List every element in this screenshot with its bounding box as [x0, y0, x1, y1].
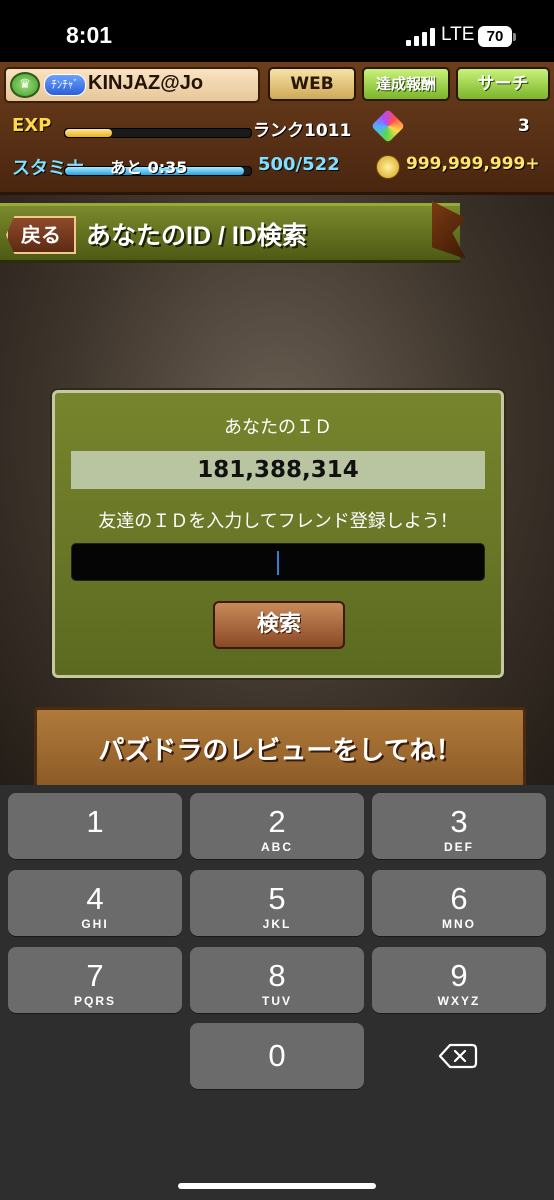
key-4[interactable]: 4 GHI [8, 870, 182, 936]
id-panel: あなたのＩＤ 181,388,314 友達のＩＤを入力してフレンド登録しよう！ … [52, 390, 504, 678]
key-letters: DEF [444, 840, 474, 854]
exp-bar [64, 128, 252, 138]
search-tab-button[interactable]: サーチ [456, 67, 550, 101]
exp-label: EXP [12, 115, 52, 136]
key-digit: 2 [268, 804, 286, 839]
status-time: 8:01 [66, 22, 113, 48]
game-scene: 戻る あなたのID / ID検索 あなたのＩＤ 181,388,314 友達のＩ… [0, 195, 554, 793]
key-2[interactable]: 2 ABC [190, 793, 364, 859]
coin-icon [376, 155, 400, 179]
search-button[interactable]: 検索 [213, 601, 345, 649]
key-digit: 5 [268, 881, 286, 916]
signal-icon [406, 28, 436, 46]
key-letters: WXYZ [437, 994, 481, 1008]
back-button[interactable]: 戻る [6, 216, 76, 254]
key-digit: 0 [268, 1038, 286, 1073]
player-name: KINJAZ@Jo [88, 72, 204, 94]
key-6[interactable]: 6 MNO [372, 870, 546, 936]
your-id-value: 181,388,314 [71, 451, 485, 489]
key-digit: 9 [450, 958, 468, 993]
reward-button[interactable]: 達成報酬 [362, 67, 450, 101]
key-1[interactable]: 1 [8, 793, 182, 859]
stamina-value: 500/522 [258, 154, 340, 175]
friend-id-prompt: 友達のＩＤを入力してフレンド登録しよう！ [98, 511, 458, 532]
key-digit: 8 [268, 958, 286, 993]
key-letters: TUV [262, 994, 292, 1008]
key-digit: 4 [86, 881, 104, 916]
rank-label: ランク1011 [253, 121, 352, 141]
player-tag-badge: ﾁﾝﾁｬﾞ [44, 74, 86, 96]
exp-bar-fill [65, 129, 112, 137]
key-letters: PQRS [73, 994, 116, 1008]
key-digit: 3 [450, 804, 468, 839]
delete-key[interactable] [372, 1023, 546, 1089]
key-letters: ABC [261, 840, 293, 854]
stamina-timer: あと 0:35 [110, 158, 188, 177]
header-top-row: ♛ ﾁﾝﾁｬﾞ KINJAZ@Jo WEB 達成報酬 サーチ [4, 67, 550, 103]
magic-stone-icon [371, 109, 405, 143]
key-9[interactable]: 9 WXYZ [372, 947, 546, 1013]
coin-count: 999,999,999+ [406, 154, 540, 174]
network-label: LTE [441, 24, 475, 45]
status-bar: 8:01 LTE 70 [0, 0, 554, 62]
key-letters: JKL [262, 917, 292, 931]
crown-icon: ♛ [10, 72, 40, 98]
game-header: ♛ ﾁﾝﾁｬﾞ KINJAZ@Jo WEB 達成報酬 サーチ EXP ランク10… [0, 62, 554, 195]
battery-tip [513, 33, 516, 41]
player-plate[interactable]: ♛ ﾁﾝﾁｬﾞ KINJAZ@Jo [4, 67, 260, 103]
key-3[interactable]: 3 DEF [372, 793, 546, 859]
page-title: あなたのID / ID検索 [86, 222, 307, 250]
review-banner[interactable]: パズドラのレビューをしてね！ [34, 707, 526, 793]
backspace-icon [438, 1043, 478, 1069]
web-button[interactable]: WEB [268, 67, 356, 101]
magic-stone-count: 3 [518, 116, 530, 136]
key-digit: 6 [450, 881, 468, 916]
title-bar: 戻る あなたのID / ID検索 [0, 203, 460, 263]
key-letters: MNO [442, 917, 476, 931]
key-8[interactable]: 8 TUV [190, 947, 364, 1013]
key-letters: GHI [81, 917, 109, 931]
your-id-label: あなたのＩＤ [224, 417, 332, 438]
key-digit: 7 [86, 958, 104, 993]
review-banner-text: パズドラのレビューをしてね！ [98, 735, 462, 765]
numeric-keyboard: 1 2 ABC 3 DEF 4 GHI 5 JKL 6 MNO 7 PQRS 8 TUV 9W… [0, 785, 554, 1200]
home-indicator[interactable] [178, 1183, 376, 1189]
key-7[interactable]: 7 PQRS [8, 947, 182, 1013]
key-digit: 1 [86, 804, 104, 839]
key-0[interactable]: 0 [190, 1023, 364, 1089]
text-caret [277, 551, 279, 575]
key-5[interactable]: 5 JKL [190, 870, 364, 936]
battery-icon: 70 [478, 26, 512, 47]
